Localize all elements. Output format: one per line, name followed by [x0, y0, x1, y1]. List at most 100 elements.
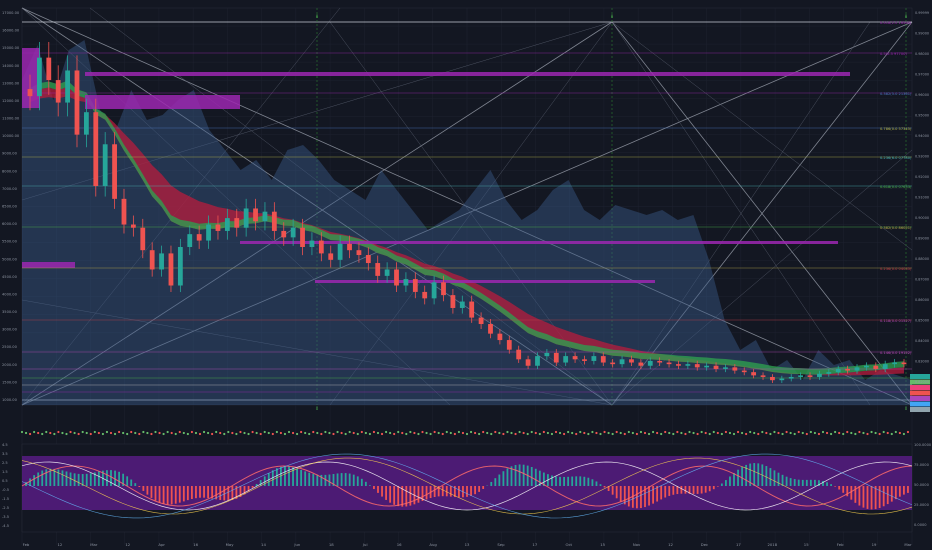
signal-dot: [668, 431, 671, 435]
signal-dot: [267, 431, 270, 435]
signal-dot: [130, 430, 133, 434]
signal-dot: [639, 430, 643, 434]
signal-dot: [441, 432, 444, 436]
osc-y-tick: 2.5: [2, 461, 8, 465]
osc-right-tick: 100.0000: [914, 443, 932, 447]
x-tick-label: 12: [58, 542, 63, 547]
signal-dot: [473, 431, 477, 435]
signal-dot: [583, 431, 586, 435]
signal-dot: [97, 431, 100, 435]
signal-dot: [389, 431, 392, 435]
right-axis-tick: 0.82000: [915, 380, 929, 384]
signal-dot: [93, 430, 96, 434]
right-axis-tick: 0.96000: [915, 93, 929, 97]
candle-body: [469, 301, 475, 318]
signal-dot: [651, 430, 655, 434]
signal-dot: [364, 431, 367, 435]
candle-body: [459, 301, 465, 308]
candle-body: [130, 224, 136, 228]
signal-dot: [304, 431, 307, 435]
osc-right-tick: 75.0000: [914, 463, 930, 467]
signal-dot: [696, 432, 699, 436]
candle-body: [647, 360, 653, 366]
candle-body: [676, 364, 681, 366]
signal-dot: [69, 430, 72, 434]
signal-dot: [186, 432, 189, 436]
signal-dot: [356, 432, 359, 436]
candle-body: [356, 250, 362, 256]
candle-body: [873, 365, 879, 369]
x-tick-label: 18: [329, 542, 334, 547]
signal-dot: [728, 431, 732, 435]
signal-dot: [749, 430, 752, 434]
signal-dot: [170, 431, 173, 435]
signal-dot: [510, 431, 513, 435]
candle-body: [582, 359, 587, 361]
candle-body: [516, 349, 522, 360]
signal-dot: [878, 432, 881, 436]
signal-dot: [405, 432, 408, 436]
candle-body: [845, 368, 851, 371]
signal-dot: [251, 430, 254, 434]
resistance-zone: [240, 241, 838, 244]
right-axis-tick: 0.87000: [915, 278, 929, 282]
signal-dot: [890, 432, 893, 436]
price-tag: [910, 407, 930, 412]
candle-body: [779, 378, 785, 381]
signal-dot: [231, 431, 234, 435]
candle-body: [253, 208, 258, 222]
signal-dot: [603, 430, 606, 434]
signal-dot: [672, 432, 675, 436]
signal-dot: [494, 430, 497, 434]
signal-dot: [73, 431, 76, 435]
signal-dot: [20, 430, 24, 434]
price-chart[interactable]: 17000.0016000.0015000.0014000.0013000.00…: [0, 0, 932, 550]
signal-dot: [211, 432, 214, 436]
signal-dot: [437, 431, 440, 435]
osc-right-tick: 50.0000: [914, 483, 930, 487]
signal-dot: [530, 430, 533, 434]
candle-body: [901, 362, 907, 365]
signal-dot: [518, 430, 521, 434]
candle-body: [553, 352, 559, 363]
signal-dot: [24, 431, 28, 435]
signal-dot: [821, 430, 825, 434]
right-axis-tick: 0.85000: [915, 319, 929, 323]
fib-label: 0.382(0.0 86051): [880, 226, 912, 230]
signal-dot: [449, 431, 452, 435]
signal-dot: [344, 432, 347, 436]
candle-body: [704, 365, 710, 368]
signal-dot: [247, 432, 250, 436]
signal-dot: [829, 432, 833, 436]
right-axis-tick: 0.94000: [915, 134, 929, 138]
right-axis-tick: 0.84000: [915, 339, 929, 343]
fib-label: 0.618(2.0 16560): [880, 21, 912, 25]
signal-dot: [105, 430, 109, 434]
signal-dot: [421, 430, 424, 434]
signal-dot: [599, 432, 602, 436]
candle-body: [177, 246, 183, 286]
candle-body: [187, 234, 193, 247]
signal-dot: [482, 430, 485, 434]
signal-dot: [850, 431, 853, 435]
signal-dot: [745, 432, 748, 436]
signal-dot: [465, 432, 469, 436]
signal-dot: [166, 430, 169, 434]
y-tick-label: 1500.00: [2, 380, 18, 384]
signal-dot: [393, 432, 396, 436]
signal-dot: [773, 430, 776, 434]
signal-dot: [409, 430, 412, 434]
signal-dot: [579, 430, 582, 434]
signal-dot: [162, 432, 165, 436]
y-tick-label: 16000.00: [2, 29, 20, 33]
signal-dot: [223, 432, 226, 436]
candle-body: [196, 234, 202, 241]
y-tick-label: 3500.00: [2, 310, 18, 314]
right-axis-tick: 0.91000: [915, 196, 929, 200]
candle-body: [300, 227, 305, 247]
y-tick-label: 11000.00: [2, 117, 20, 121]
signal-dot: [567, 430, 570, 434]
signal-dot: [384, 430, 388, 434]
candle-body: [243, 208, 249, 228]
candle-body: [478, 317, 484, 325]
